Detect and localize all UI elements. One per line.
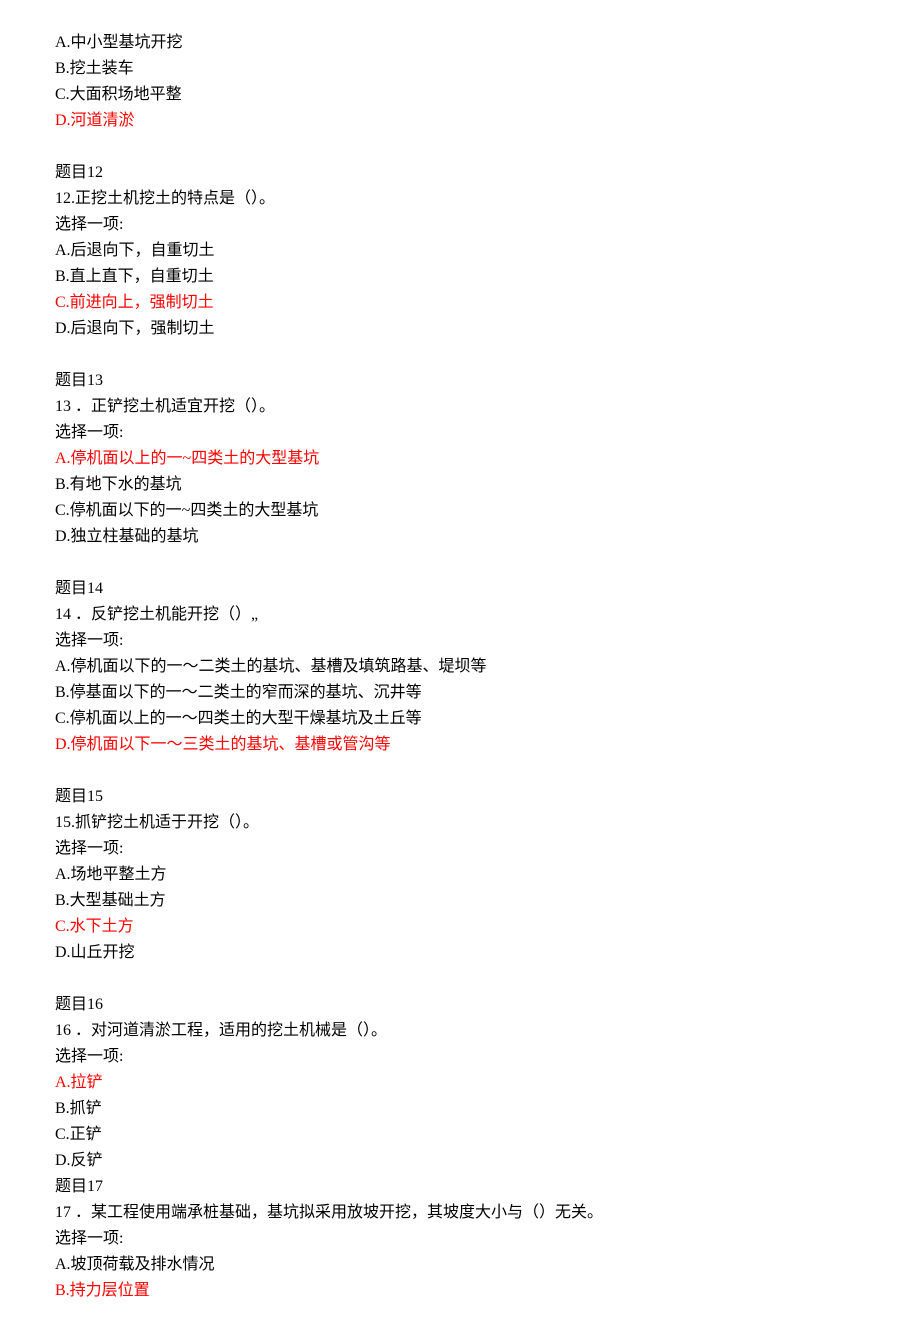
option-a: A.停机面以下的一～二类土的基坑、基槽及填筑路基、堤坝等 (55, 654, 865, 680)
question-stem: 14 ．反铲挖土机能开挖（）„ (55, 602, 865, 628)
option-b-answer: B.持力层位置 (55, 1278, 865, 1304)
option-d-answer: D.停机面以下一～三类土的基坑、基槽或管沟等 (55, 732, 865, 758)
question-13: 题目13 13 ．正铲挖土机适宜开挖（）。 选择一项: A.停机面以上的一~四类… (55, 368, 865, 550)
option-a: A.中小型基坑开挖 (55, 30, 865, 56)
question-title: 题目12 (55, 160, 865, 186)
question-stem: 16 ．对河道清淤工程，适用的挖土机械是（）。 (55, 1018, 865, 1044)
option-d: D.后退向下，强制切土 (55, 316, 865, 342)
option-c: C.停机面以上的一～四类土的大型干燥基坑及土丘等 (55, 706, 865, 732)
option-b: B.抓铲 (55, 1096, 865, 1122)
option-b: B.停基面以下的一～二类土的窄而深的基坑、沉井等 (55, 680, 865, 706)
select-prompt: 选择一项: (55, 1044, 865, 1070)
option-a-answer: A.拉铲 (55, 1070, 865, 1096)
select-prompt: 选择一项: (55, 212, 865, 238)
option-a-answer: A.停机面以上的一~四类土的大型基坑 (55, 446, 865, 472)
question-17: 题目17 17 ．某工程使用端承桩基础，基坑拟采用放坡开挖，其坡度大小与（）无关… (55, 1174, 865, 1304)
question-title: 题目16 (55, 992, 865, 1018)
select-prompt: 选择一项: (55, 1226, 865, 1252)
option-c-answer: C.前进向上，强制切土 (55, 290, 865, 316)
select-prompt: 选择一项: (55, 420, 865, 446)
question-stem: 17 ．某工程使用端承桩基础，基坑拟采用放坡开挖，其坡度大小与（）无关。 (55, 1200, 865, 1226)
option-a: A.坡顶荷载及排水情况 (55, 1252, 865, 1278)
question-title: 题目15 (55, 784, 865, 810)
option-b: B.挖土装车 (55, 56, 865, 82)
question-11-tail: A.中小型基坑开挖 B.挖土装车 C.大面积场地平整 D.河道清淤 (55, 30, 865, 134)
question-stem: 13 ．正铲挖土机适宜开挖（）。 (55, 394, 865, 420)
question-title: 题目14 (55, 576, 865, 602)
option-d: D.山丘开挖 (55, 940, 865, 966)
question-stem: 15.抓铲挖土机适于开挖（）。 (55, 810, 865, 836)
select-prompt: 选择一项: (55, 836, 865, 862)
option-c: C.大面积场地平整 (55, 82, 865, 108)
option-a: A.场地平整土方 (55, 862, 865, 888)
question-14: 题目14 14 ．反铲挖土机能开挖（）„ 选择一项: A.停机面以下的一～二类土… (55, 576, 865, 758)
option-b: B.直上直下，自重切土 (55, 264, 865, 290)
question-12: 题目12 12.正挖土机挖土的特点是（）。 选择一项: A.后退向下，自重切土 … (55, 160, 865, 342)
question-16: 题目16 16 ．对河道清淤工程，适用的挖土机械是（）。 选择一项: A.拉铲 … (55, 992, 865, 1174)
option-a: A.后退向下，自重切土 (55, 238, 865, 264)
option-d: D.反铲 (55, 1148, 865, 1174)
option-c: C.正铲 (55, 1122, 865, 1148)
option-b: B.大型基础土方 (55, 888, 865, 914)
question-title: 题目13 (55, 368, 865, 394)
question-15: 题目15 15.抓铲挖土机适于开挖（）。 选择一项: A.场地平整土方 B.大型… (55, 784, 865, 966)
option-c: C.停机面以下的一~四类土的大型基坑 (55, 498, 865, 524)
option-b: B.有地下水的基坑 (55, 472, 865, 498)
select-prompt: 选择一项: (55, 628, 865, 654)
question-title: 题目17 (55, 1174, 865, 1200)
option-d: D.独立柱基础的基坑 (55, 524, 865, 550)
question-stem: 12.正挖土机挖土的特点是（）。 (55, 186, 865, 212)
option-c-answer: C.水下土方 (55, 914, 865, 940)
option-d-answer: D.河道清淤 (55, 108, 865, 134)
